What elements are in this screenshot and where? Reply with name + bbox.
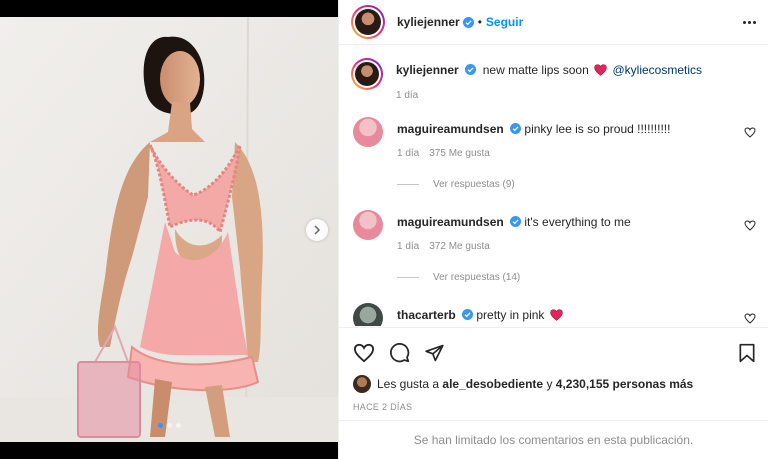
post-time-ago[interactable]: HACE 2 DÍAS [339, 393, 768, 412]
follow-button[interactable]: Seguir [486, 15, 523, 29]
caption-avatar[interactable] [351, 58, 383, 90]
chevron-right-icon [314, 225, 321, 235]
comment-icon [390, 343, 410, 363]
heart-emoji-icon [550, 309, 563, 321]
comment-likes[interactable]: 372 Me gusta [429, 241, 490, 252]
author-avatar[interactable] [351, 5, 385, 39]
carousel-dots [0, 423, 338, 428]
comment-username[interactable]: maguireamundsen [397, 215, 504, 229]
comment-text: pinky lee is so proud !!!!!!!!!! [524, 122, 671, 136]
comment-button[interactable] [389, 342, 410, 363]
likes-summary: Les gusta a ale_desobediente y 4,230,155… [339, 363, 768, 393]
verified-icon [465, 64, 477, 75]
caption: kyliejenner new matte lips soon @kylieco… [351, 46, 756, 101]
view-replies-label: Ver respuestas (9) [433, 179, 515, 190]
comment-text: it's everything to me [524, 215, 631, 229]
verified-icon [462, 309, 474, 320]
carousel-dot-active [157, 423, 163, 428]
comment-username[interactable]: maguireamundsen [397, 122, 504, 136]
post-dialog: kyliejenner • Seguir kyliejenner new mat… [0, 0, 768, 459]
save-button[interactable] [738, 343, 756, 363]
more-icon[interactable] [743, 20, 756, 24]
comment-time: 1 día [397, 148, 420, 159]
action-bar [339, 328, 768, 363]
verified-icon [510, 123, 522, 134]
like-button[interactable] [353, 343, 375, 363]
likes-prefix: Les gusta a [377, 377, 440, 391]
comment-avatar[interactable] [353, 303, 383, 326]
heart-emoji-icon [594, 64, 607, 76]
heart-icon[interactable] [744, 220, 756, 231]
comment-avatar[interactable] [353, 117, 383, 147]
post-actions: Les gusta a ale_desobediente y 4,230,155… [339, 327, 768, 432]
post-photo[interactable] [0, 17, 338, 442]
share-button[interactable] [424, 343, 445, 363]
next-image-button[interactable] [306, 219, 328, 241]
post-header: kyliejenner • Seguir [339, 0, 768, 45]
view-replies-label: Ver respuestas (14) [433, 272, 521, 283]
verified-icon [510, 216, 522, 227]
comment-item: maguireamundsen it's everything to me 1 … [351, 210, 756, 252]
post-media [0, 0, 338, 459]
comment-item: thacarterb pretty in pink [351, 303, 756, 326]
comments-list[interactable]: kyliejenner new matte lips soon @kylieco… [339, 46, 768, 326]
likes-count[interactable]: 4,230,155 personas más [556, 377, 693, 391]
comment-avatar[interactable] [353, 210, 383, 240]
comment-likes[interactable]: 375 Me gusta [429, 148, 490, 159]
carousel-dot [175, 423, 181, 428]
share-icon [425, 344, 444, 361]
liker-avatar[interactable] [353, 375, 371, 393]
liker-username[interactable]: ale_desobediente [442, 377, 543, 391]
carousel-dot [166, 423, 172, 428]
heart-icon [353, 343, 375, 362]
caption-text: new matte lips soon [482, 63, 589, 77]
verified-icon [462, 16, 474, 28]
comments-limited-notice: Se han limitado los comentarios en esta … [339, 420, 768, 459]
post-side-panel: kyliejenner • Seguir kyliejenner new mat… [338, 0, 768, 459]
caption-mention[interactable]: @kyliecosmetics [612, 63, 702, 77]
caption-time: 1 día [396, 90, 419, 101]
comment-item: maguireamundsen pinky lee is so proud !!… [351, 117, 756, 159]
view-replies-button[interactable]: Ver respuestas (9) [397, 179, 756, 190]
comment-text: pretty in pink [476, 308, 545, 322]
likes-middle: y [546, 377, 553, 391]
comment-time: 1 día [397, 241, 420, 252]
heart-icon[interactable] [744, 127, 756, 138]
caption-username[interactable]: kyliejenner [396, 63, 459, 77]
comment-username[interactable]: thacarterb [397, 308, 456, 322]
save-icon [739, 343, 755, 362]
view-replies-button[interactable]: Ver respuestas (14) [397, 272, 756, 283]
header-separator: • [477, 15, 482, 29]
author-username[interactable]: kyliejenner [397, 15, 460, 29]
heart-icon[interactable] [744, 313, 756, 324]
